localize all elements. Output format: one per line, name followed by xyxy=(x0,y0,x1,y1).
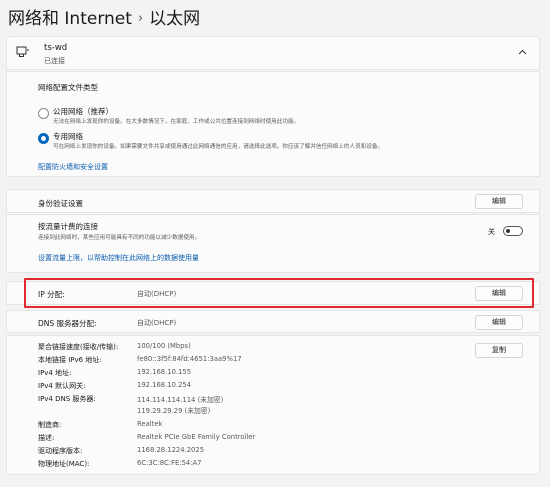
prop-manufacturer-value: Realtek xyxy=(137,420,163,428)
ethernet-icon xyxy=(16,46,29,57)
auth-settings-row: 身份验证设置 编辑 xyxy=(6,189,540,213)
prop-manufacturer-label: 制造商: xyxy=(38,421,62,429)
prop-dns-value-2: 119.29.29.29 (未加密) xyxy=(137,407,211,415)
chevron-up-icon[interactable] xyxy=(518,49,527,55)
metered-toggle[interactable] xyxy=(503,226,523,236)
private-network-label: 专用网络 xyxy=(53,132,83,141)
private-network-radio[interactable] xyxy=(38,133,49,144)
prop-description-label: 描述: xyxy=(38,434,55,442)
prop-dns-value-1: 114.114.114.114 (未加密) xyxy=(137,396,224,404)
prop-mac-value: 6C:3C:8C:FE:54:A7 xyxy=(137,459,202,467)
prop-gateway-label: IPv4 默认网关: xyxy=(38,382,86,390)
auth-settings-label: 身份验证设置 xyxy=(38,199,83,208)
metered-connection-row: 按流量计费的连接 连接到此网络时，某些应用可能具有不同的功能以减少数据使用。 关… xyxy=(6,214,540,273)
dns-edit-button[interactable]: 编辑 xyxy=(475,315,523,330)
connection-header[interactable]: ts-wd 已连接 xyxy=(6,36,540,70)
prop-ipv4-label: IPv4 地址: xyxy=(38,369,72,377)
data-limit-link[interactable]: 设置流量上限，以帮助控制在此网络上的数据使用量 xyxy=(38,253,199,263)
prop-driver-value: 1168.28.1224.2025 xyxy=(137,446,205,454)
metered-desc: 连接到此网络时，某些应用可能具有不同的功能以减少数据使用。 xyxy=(38,235,201,241)
prop-driver-label: 驱动程序版本: xyxy=(38,447,83,455)
copy-button[interactable]: 复制 xyxy=(475,343,523,358)
metered-label: 按流量计费的连接 xyxy=(38,222,98,231)
private-network-desc: 可在网络上发现你的设备。如果需要文件共享或使用通过此网络通信的应用，请选择此选项… xyxy=(53,144,384,150)
public-network-desc: 无法在网络上发现你的设备。在大多数情况下，在家庭、工作或公共位置连接到网络时使用… xyxy=(53,119,300,125)
prop-dns-label: IPv4 DNS 服务器: xyxy=(38,395,96,403)
profile-title: 网络配置文件类型 xyxy=(38,83,98,92)
public-network-label: 公用网络（推荐） xyxy=(53,107,113,116)
prop-link-speed-label: 聚合链接速度(接收/传输): xyxy=(38,343,119,351)
properties-section: 复制 聚合链接速度(接收/传输): 100/100 (Mbps) 本地链接 IP… xyxy=(6,335,540,475)
prop-ipv4-value: 192.168.10.155 xyxy=(137,368,192,376)
page-title: 以太网 xyxy=(149,9,201,29)
connection-status: 已连接 xyxy=(44,57,65,65)
prop-mac-label: 物理地址(MAC): xyxy=(38,460,90,468)
prop-gateway-value: 192.168.10.254 xyxy=(137,381,192,389)
public-network-radio[interactable] xyxy=(38,108,49,119)
dns-assignment-label: DNS 服务器分配: xyxy=(38,319,97,328)
prop-link-speed-value: 100/100 (Mbps) xyxy=(137,342,191,350)
network-profile-section: 网络配置文件类型 公用网络（推荐） 无法在网络上发现你的设备。在大多数情况下，在… xyxy=(6,71,540,177)
breadcrumb-separator: › xyxy=(137,11,144,26)
toggle-knob xyxy=(506,229,510,233)
breadcrumb-parent[interactable]: 网络和 Internet xyxy=(8,9,132,29)
prop-ipv6-value: fe80::3f5f:84fd:4651:3aa9%17 xyxy=(137,355,242,363)
dns-assignment-row: DNS 服务器分配: 自动(DHCP) 编辑 xyxy=(6,310,540,333)
metered-toggle-state: 关 xyxy=(488,228,495,236)
auth-edit-button[interactable]: 编辑 xyxy=(475,194,523,209)
firewall-settings-link[interactable]: 配置防火墙和安全设置 xyxy=(38,162,108,172)
dns-assignment-value: 自动(DHCP) xyxy=(137,319,177,327)
highlight-box xyxy=(24,278,534,308)
prop-ipv6-label: 本地链接 IPv6 地址: xyxy=(38,356,102,364)
breadcrumb: 网络和 Internet › 以太网 xyxy=(8,4,200,29)
prop-description-value: Realtek PCIe GbE Family Controller xyxy=(137,433,256,441)
connection-name: ts-wd xyxy=(44,43,68,53)
